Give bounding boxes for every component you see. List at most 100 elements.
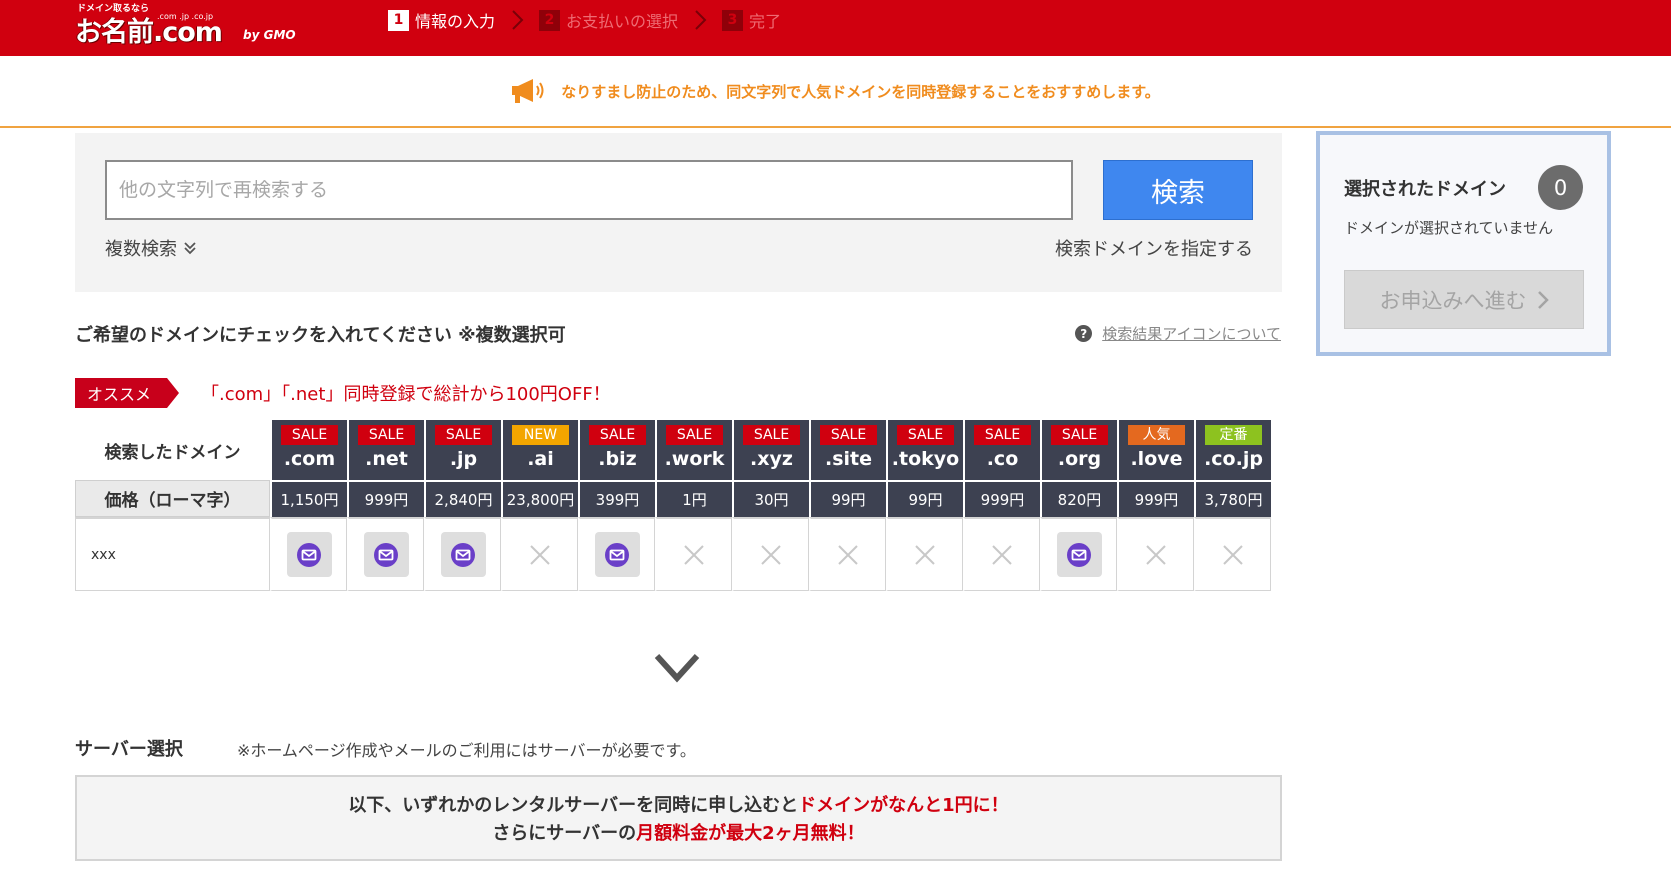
domain-unavailable-cell [963,517,1040,591]
mail-icon[interactable] [1056,532,1102,577]
badge: 定番 [1205,425,1262,445]
badge: SALE [589,425,646,445]
tld-label: .org [1057,448,1102,470]
domain-unavailable-cell [655,517,732,591]
top-header: ドメイン取るなら お名前.com .com .jp .co.jp by GMO … [0,0,1671,56]
promo-line-2: さらにサーバーの月額料金が最大2ヶ月無料！ [77,819,1280,845]
tld-label: .ai [527,448,554,470]
step-label: お支払いの選択 [566,12,679,31]
domain-unavailable-cell [886,517,963,591]
mail-icon[interactable] [286,532,332,577]
selected-domains-title: 選択されたドメイン [1344,179,1506,200]
domain-available-cell[interactable] [347,517,424,591]
specify-domain-link[interactable]: 検索ドメインを指定する [1055,235,1253,261]
selected-count-badge: 0 [1538,165,1583,210]
tld-label: .work [664,448,725,470]
recommend-tag: オススメ [75,378,180,408]
tld-label: .tokyo [891,448,960,470]
badge: SALE [358,425,415,445]
tld-header: SALE .com [270,420,347,480]
logo-company: by GMO [243,28,296,42]
price-cell: 2,840円 [424,480,501,517]
price-cell: 23,800円 [501,480,578,517]
megaphone-icon [511,77,547,105]
promo-line-1-highlight: ドメインがなんと1円に！ [798,795,1009,816]
tld-header: SALE .org [1040,420,1117,480]
server-promo-box: 以下、いずれかのレンタルサーバーを同時に申し込むとドメインがなんと1円に！ さら… [75,775,1282,861]
table-header-row: 検索したドメイン SALE .com SALE .net SALE .jp NEW .a… [75,420,1271,480]
step-info-input: 1 情報の入力 [388,8,495,32]
promo-line-1-prefix: 以下、いずれかのレンタルサーバーを同時に申し込むと [348,795,799,816]
results-heading: ご希望のドメインにチェックを入れてください ※複数選択可 [75,325,566,346]
tld-label: .biz [598,448,637,470]
no-selection-text: ドメインが選択されていません [1344,219,1554,237]
progress-steps: 1 情報の入力 2 お支払いの選択 3 完了 [388,8,795,32]
icon-help-label: 検索結果アイコンについて [1102,325,1281,343]
icon-help-link[interactable]: ? 検索結果アイコンについて [1075,323,1281,344]
double-chevron-down-icon [184,242,196,255]
tld-header: SALE .net [347,420,424,480]
table-row: xxx [75,517,1271,591]
tld-label: .love [1130,448,1183,470]
tld-label: .co [986,448,1019,470]
price-cell: 3,780円 [1194,480,1271,517]
tld-header: SALE .work [655,420,732,480]
tld-label: .jp [449,448,478,470]
notice-text: なりすまし防止のため、同文字列で人気ドメインを同時登録することをおすすめします。 [561,82,1160,101]
domain-unavailable-cell [1194,517,1271,591]
price-cell: 1円 [655,480,732,517]
domain-available-cell[interactable] [270,517,347,591]
badge: SALE [974,425,1031,445]
chevron-right-icon [692,8,710,32]
price-cell: 399円 [578,480,655,517]
price-label: 価格（ローマ字） [75,480,270,517]
recommend-text: 「.com」「.net」同時登録で総計から100円OFF！ [201,384,611,405]
tld-header: SALE .xyz [732,420,809,480]
multi-search-label: 複数検索 [105,239,177,260]
domain-available-cell[interactable] [578,517,655,591]
cross-icon [915,544,935,565]
tld-label: .net [365,448,408,470]
impersonation-notice: なりすまし防止のため、同文字列で人気ドメインを同時登録することをおすすめします。 [0,56,1671,128]
badge: SALE [435,425,492,445]
mail-icon[interactable] [363,532,409,577]
price-cell: 999円 [347,480,424,517]
price-cell: 1,150円 [270,480,347,517]
mail-icon[interactable] [440,532,486,577]
badge: NEW [512,425,569,445]
searched-string: xxx [75,517,270,591]
promo-line-2-highlight: 月額料金が最大2ヶ月無料！ [636,823,865,844]
promo-line-1: 以下、いずれかのレンタルサーバーを同時に申し込むとドメインがなんと1円に！ [77,791,1280,817]
domain-available-cell[interactable] [424,517,501,591]
proceed-button[interactable]: お申込みへ進む [1344,270,1584,329]
multi-search-toggle[interactable]: 複数検索 [105,235,197,261]
domain-available-cell[interactable] [1040,517,1117,591]
step-number: 3 [722,9,744,31]
step-complete: 3 完了 [722,8,781,32]
domain-results-table: 検索したドメイン SALE .com SALE .net SALE .jp NEW .a… [75,420,1271,591]
price-cell: 99円 [886,480,963,517]
selected-domains-panel: 選択されたドメイン 0 ドメインが選択されていません お申込みへ進む [1316,131,1611,356]
price-cell: 999円 [963,480,1040,517]
price-cell: 999円 [1117,480,1194,517]
mail-icon[interactable] [594,532,640,577]
onamae-logo[interactable]: ドメイン取るなら お名前.com .com .jp .co.jp by GMO [75,0,296,50]
search-button[interactable]: 検索 [1103,160,1253,220]
price-cell: 99円 [809,480,886,517]
recommend-banner: オススメ 「.com」「.net」同時登録で総計から100円OFF！ [75,378,611,408]
badge: SALE [1051,425,1108,445]
domain-unavailable-cell [1117,517,1194,591]
search-input[interactable] [105,160,1073,220]
domain-unavailable-cell [809,517,886,591]
tld-header: 定番 .co.jp [1194,420,1271,480]
chevron-down-icon[interactable] [653,650,701,690]
question-icon: ? [1075,325,1093,342]
domain-unavailable-cell [732,517,809,591]
cross-icon [1223,544,1243,565]
server-section-note: ※ホームページ作成やメールのご利用にはサーバーが必要です。 [237,741,696,760]
step-label: 完了 [749,12,782,31]
searched-domain-label: 検索したドメイン [75,420,270,480]
cross-icon [684,544,704,565]
tld-header: SALE .biz [578,420,655,480]
badge: SALE [281,425,338,445]
